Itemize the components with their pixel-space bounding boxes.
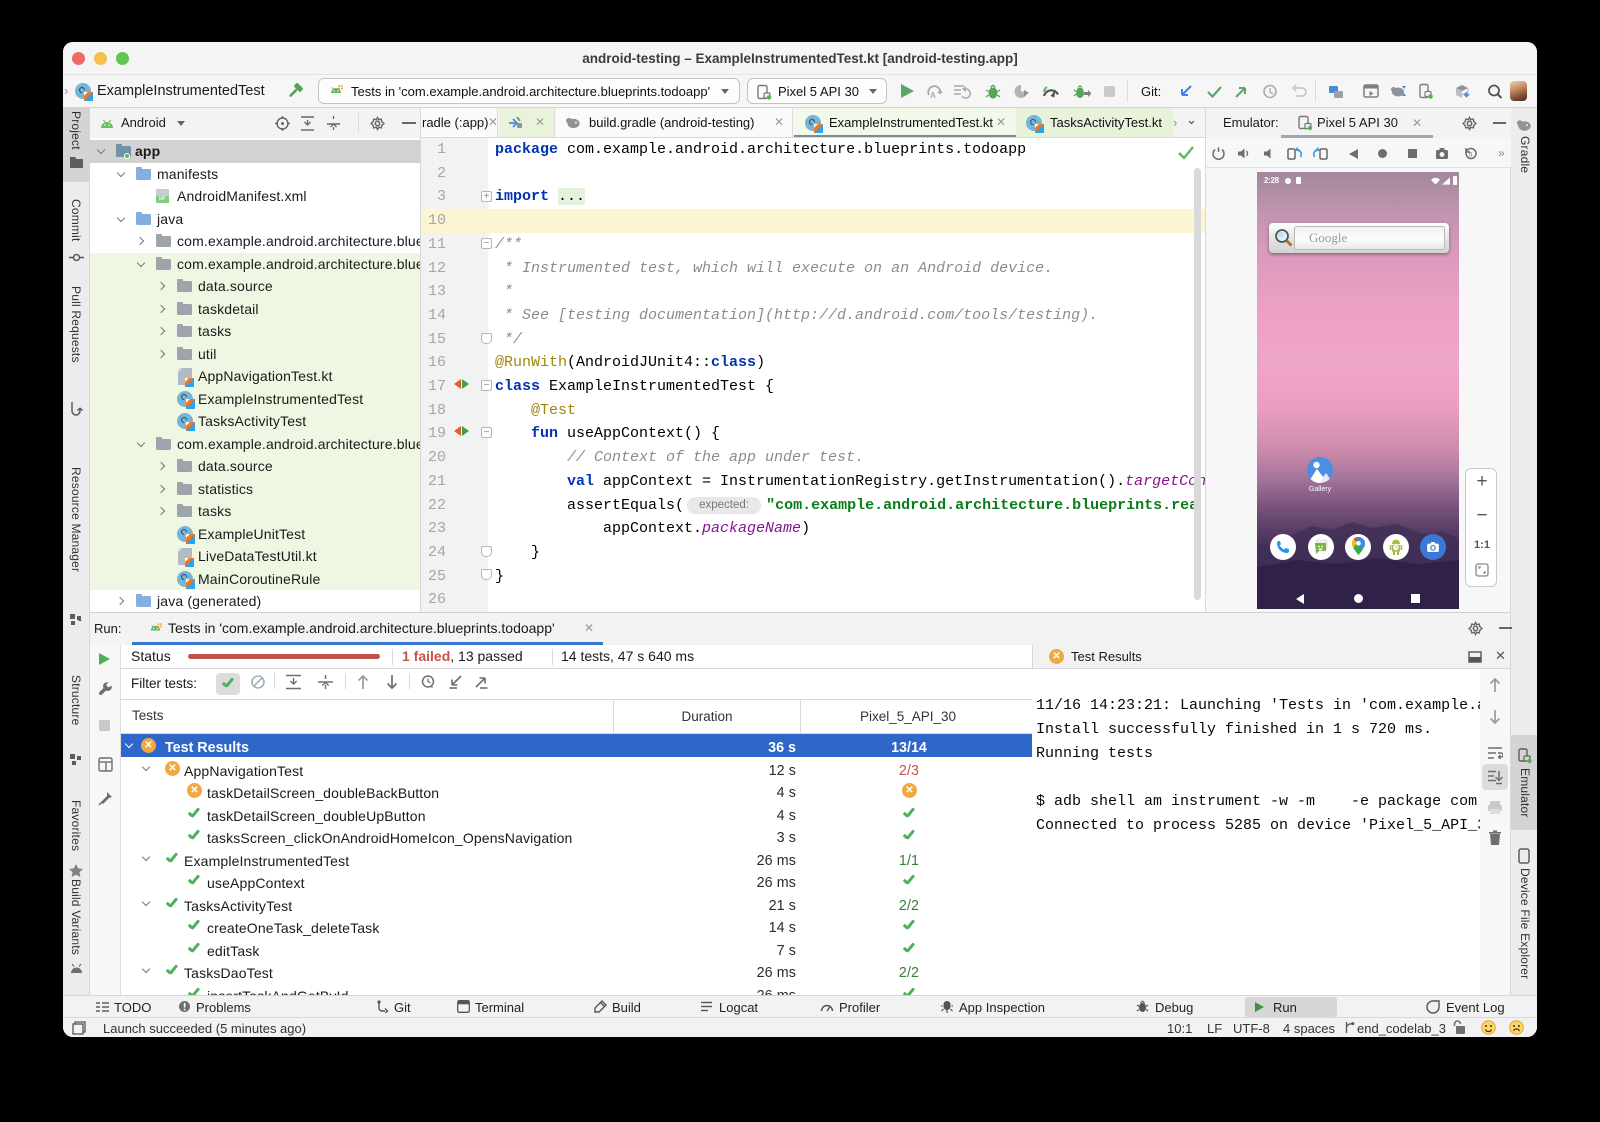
svg-text:A: A [930, 91, 936, 100]
svg-text:5: 5 [1469, 152, 1473, 159]
